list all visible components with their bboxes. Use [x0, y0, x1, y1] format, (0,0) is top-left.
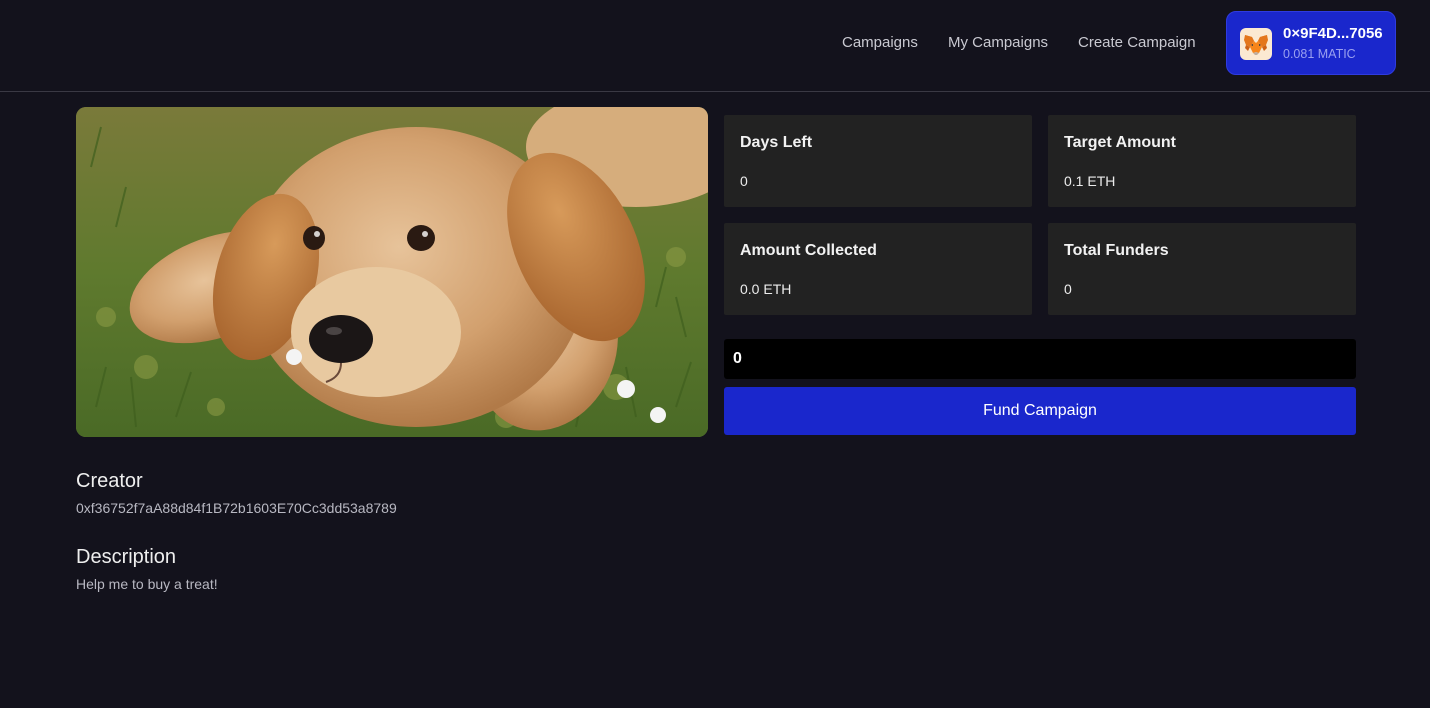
fund-campaign-button[interactable]: Fund Campaign	[724, 387, 1356, 435]
stat-value: 0.0 ETH	[740, 281, 792, 297]
stat-card-days-left: Days Left 0	[724, 115, 1032, 207]
stat-label: Days Left	[740, 134, 813, 151]
campaign-image	[76, 107, 708, 437]
top-navbar: Campaigns My Campaigns Create Campaign 0…	[0, 0, 1430, 92]
stat-card-amount-collected: Amount Collected 0.0 ETH	[724, 223, 1032, 315]
description-text: Help me to buy a treat!	[76, 576, 218, 592]
stat-card-target-amount: Target Amount 0.1 ETH	[1048, 115, 1356, 207]
stat-value: 0	[1064, 281, 1072, 297]
fund-amount-input[interactable]	[724, 339, 1356, 379]
metamask-fox-icon	[1240, 28, 1272, 60]
stat-label: Total Funders	[1064, 242, 1169, 259]
nav-link-create-campaign[interactable]: Create Campaign	[1078, 34, 1196, 51]
stat-label: Target Amount	[1064, 134, 1176, 151]
stat-label: Amount Collected	[740, 242, 877, 259]
nav-link-campaigns[interactable]: Campaigns	[842, 34, 918, 51]
stat-value: 0	[740, 173, 748, 189]
creator-address: 0xf36752f7aA88d84f1B72b1603E70Cc3dd53a87…	[76, 500, 397, 516]
wallet-balance: 0.081 MATIC	[1283, 47, 1356, 61]
creator-heading: Creator	[76, 470, 143, 492]
nav-link-my-campaigns[interactable]: My Campaigns	[948, 34, 1048, 51]
stat-card-total-funders: Total Funders 0	[1048, 223, 1356, 315]
wallet-address: 0×9F4D...7056	[1283, 25, 1383, 42]
wallet-button[interactable]: 0×9F4D...7056 0.081 MATIC	[1226, 11, 1396, 75]
stat-value: 0.1 ETH	[1064, 173, 1116, 189]
description-heading: Description	[76, 546, 177, 568]
